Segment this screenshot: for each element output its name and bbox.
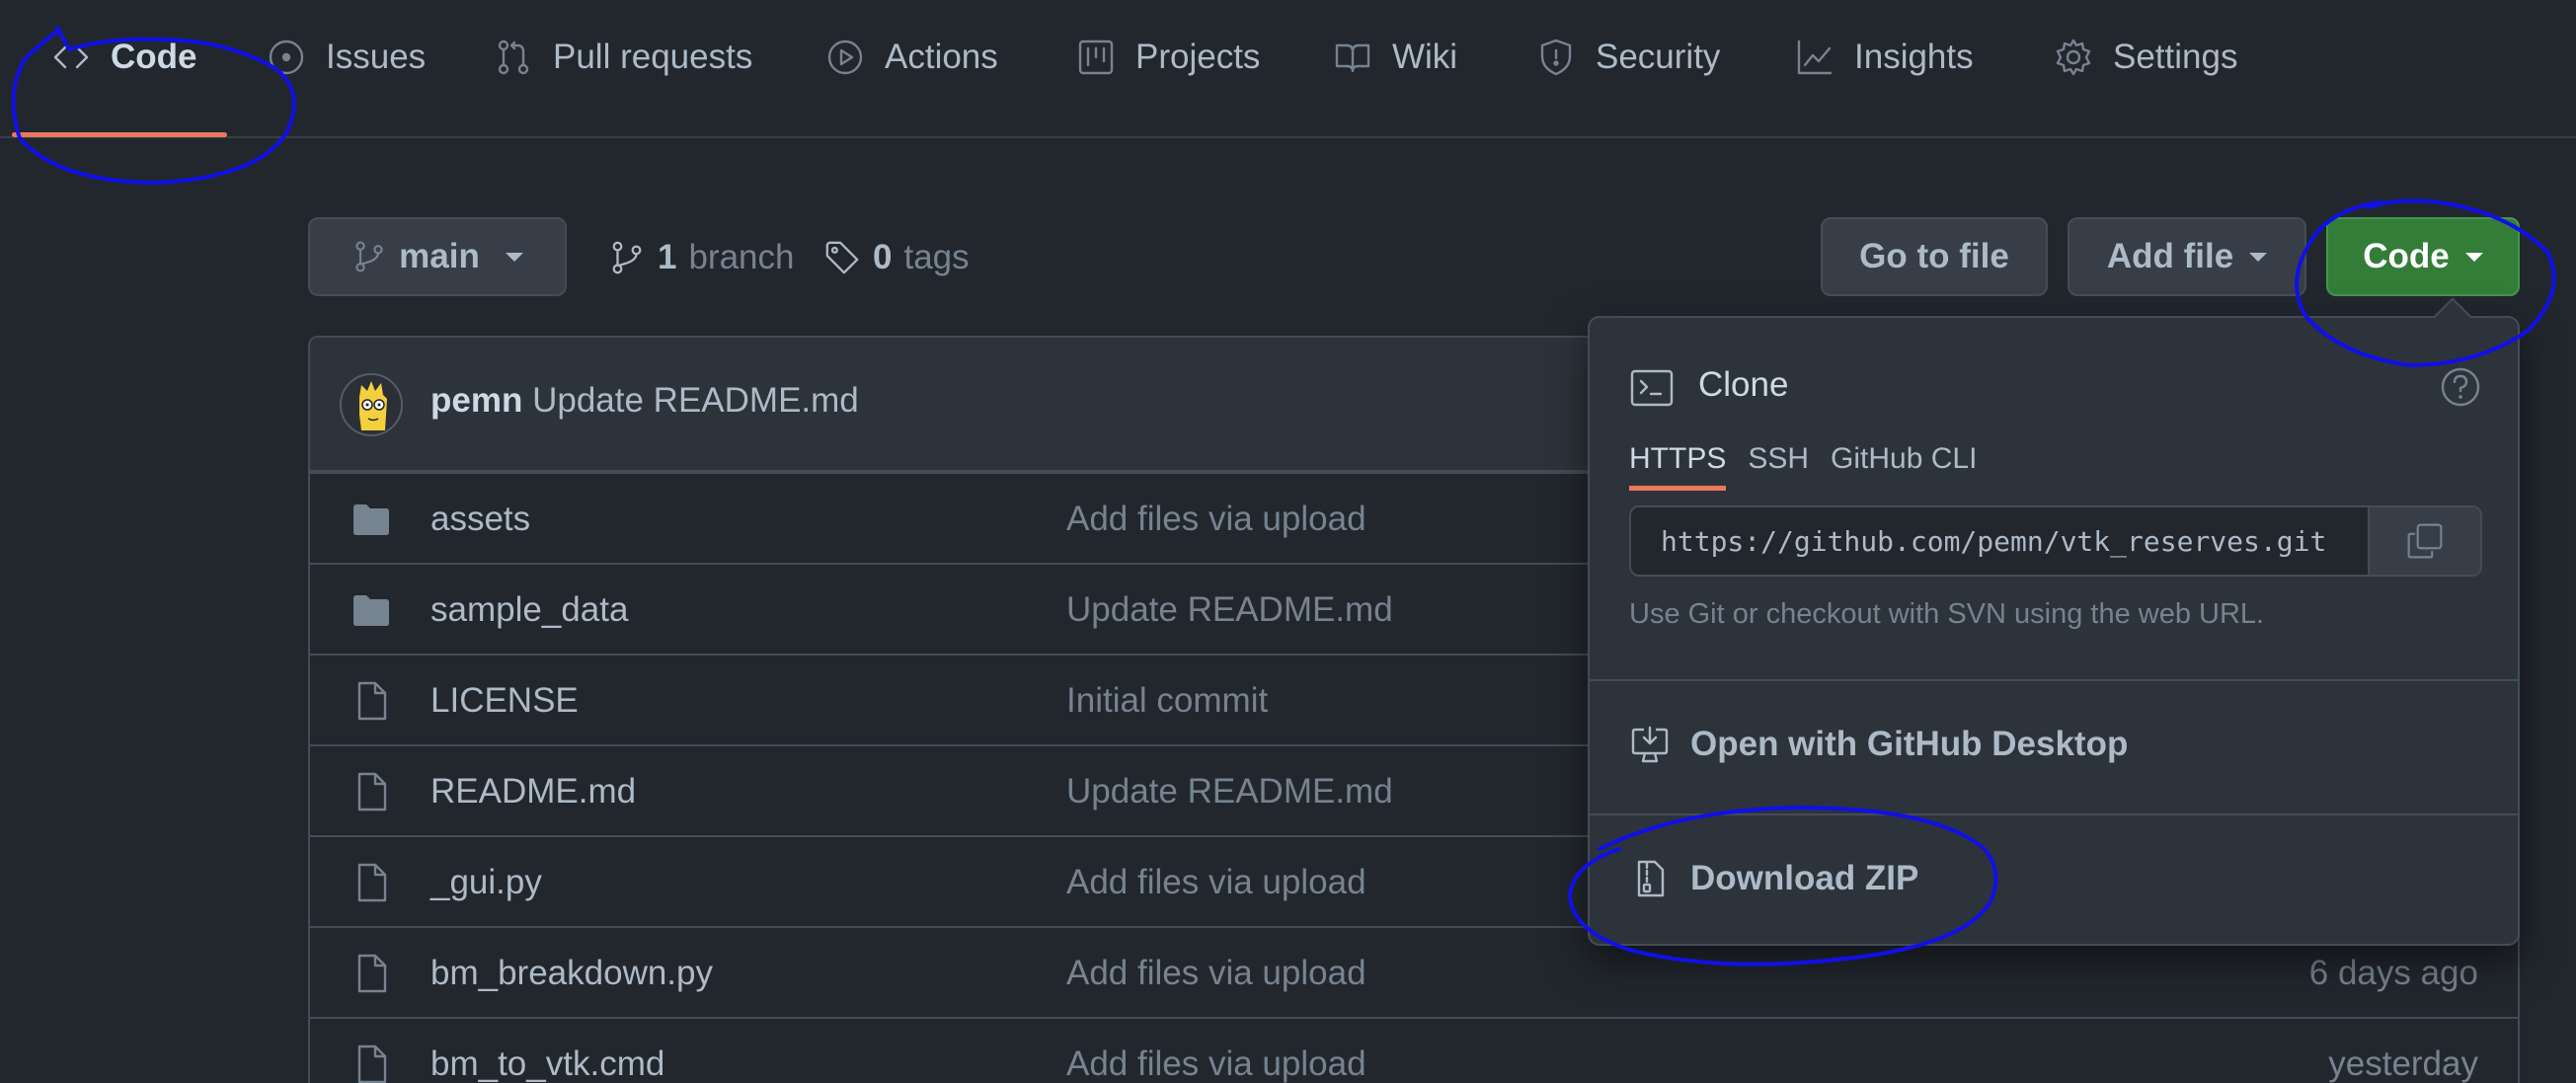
tab-code-label: Code bbox=[111, 38, 197, 76]
tab-github-cli[interactable]: GitHub CLI bbox=[1831, 442, 1977, 491]
file-name[interactable]: bm_breakdown.py bbox=[430, 954, 713, 993]
git-branch-icon bbox=[612, 241, 642, 274]
selected-tab-underline bbox=[12, 132, 227, 137]
tab-code[interactable]: Code bbox=[51, 38, 197, 120]
project-icon bbox=[1078, 39, 1114, 75]
graph-icon bbox=[1797, 39, 1833, 75]
folder-icon bbox=[350, 588, 393, 632]
file-commit-message[interactable]: Add files via upload bbox=[1066, 863, 1366, 902]
tab-actions-label: Actions bbox=[885, 38, 998, 76]
tags-label: tags bbox=[903, 238, 970, 276]
commit-summary: pemn Update README.md bbox=[430, 381, 859, 421]
file-icon bbox=[350, 679, 393, 723]
file-commit-message[interactable]: Add files via upload bbox=[1066, 500, 1366, 539]
file-zip-icon bbox=[1637, 860, 1665, 897]
gear-icon bbox=[2056, 39, 2091, 76]
tab-settings-label: Settings bbox=[2113, 38, 2238, 76]
tab-wiki-label: Wiki bbox=[1392, 38, 1458, 76]
shield-icon bbox=[1540, 39, 1572, 76]
copy-icon bbox=[2407, 523, 2443, 559]
divider bbox=[1590, 813, 2518, 815]
tab-projects[interactable]: Projects bbox=[1076, 38, 1260, 120]
open-with-desktop-button[interactable]: Open with GitHub Desktop bbox=[1629, 715, 2128, 774]
file-commit-message[interactable]: Add files via upload bbox=[1066, 1044, 1366, 1083]
file-name[interactable]: README.md bbox=[430, 772, 636, 812]
tab-settings[interactable]: Settings bbox=[2054, 38, 2237, 120]
tag-icon bbox=[825, 241, 859, 274]
clone-dropdown: Clone HTTPS SSH GitHub CLI Use Git or ch… bbox=[1588, 316, 2520, 946]
tab-ssh[interactable]: SSH bbox=[1748, 442, 1809, 491]
go-to-file-button[interactable]: Go to file bbox=[1821, 217, 2048, 296]
avatar[interactable] bbox=[340, 373, 403, 436]
file-commit-message[interactable]: Initial commit bbox=[1066, 681, 1268, 721]
tab-https[interactable]: HTTPS bbox=[1629, 442, 1727, 491]
add-file-label: Add file bbox=[2106, 237, 2234, 275]
book-icon bbox=[1335, 43, 1370, 73]
file-commit-message[interactable]: Update README.md bbox=[1066, 590, 1393, 630]
tab-security-label: Security bbox=[1596, 38, 1721, 76]
open-with-desktop-label: Open with GitHub Desktop bbox=[1690, 725, 2129, 763]
commit-message[interactable]: Update README.md bbox=[532, 381, 859, 420]
file-name[interactable]: LICENSE bbox=[430, 681, 579, 721]
download-zip-button[interactable]: Download ZIP bbox=[1629, 849, 1918, 908]
file-icon bbox=[350, 952, 393, 995]
question-icon[interactable] bbox=[2439, 365, 2482, 409]
divider bbox=[1590, 679, 2518, 681]
add-file-button[interactable]: Add file bbox=[2068, 217, 2306, 296]
issue-opened-icon bbox=[269, 39, 304, 75]
chevron-down-icon bbox=[2464, 252, 2483, 262]
file-icon bbox=[350, 770, 393, 813]
tab-insights-label: Insights bbox=[1854, 38, 1974, 76]
file-name[interactable]: sample_data bbox=[430, 590, 628, 630]
file-commit-message[interactable]: Add files via upload bbox=[1066, 954, 1366, 993]
folder-icon bbox=[350, 498, 393, 541]
code-icon bbox=[53, 45, 89, 69]
terminal-icon bbox=[1629, 365, 1675, 411]
copy-button[interactable] bbox=[2368, 507, 2480, 575]
file-icon bbox=[350, 1043, 393, 1083]
desktop-download-icon bbox=[1631, 726, 1669, 763]
branch-select-button[interactable]: main bbox=[308, 217, 567, 296]
tab-pull-requests-label: Pull requests bbox=[553, 38, 753, 76]
code-dropdown-button[interactable]: Code bbox=[2326, 217, 2520, 296]
tab-pull-requests[interactable]: Pull requests bbox=[494, 38, 752, 120]
avatar-image bbox=[342, 375, 401, 434]
branches-count: 1 bbox=[658, 238, 677, 276]
tags-count: 0 bbox=[873, 238, 893, 276]
go-to-file-label: Go to file bbox=[1859, 237, 2009, 275]
file-name[interactable]: bm_to_vtk.cmd bbox=[430, 1044, 664, 1083]
play-icon bbox=[827, 39, 863, 75]
branch-select-label: main bbox=[399, 237, 480, 275]
git-pull-request-icon bbox=[498, 39, 529, 75]
file-commit-message[interactable]: Update README.md bbox=[1066, 772, 1393, 812]
file-name[interactable]: _gui.py bbox=[430, 863, 542, 902]
tab-issues[interactable]: Issues bbox=[267, 38, 426, 120]
tab-issues-label: Issues bbox=[326, 38, 427, 76]
branches-link[interactable]: 1 branch bbox=[608, 233, 795, 282]
commit-author[interactable]: pemn bbox=[430, 381, 522, 420]
branches-label: branch bbox=[688, 238, 795, 276]
tab-wiki[interactable]: Wiki bbox=[1333, 38, 1457, 120]
file-commit-age: 6 days ago bbox=[2308, 954, 2478, 992]
clone-protocol-tabs: HTTPS SSH GitHub CLI bbox=[1629, 442, 1977, 491]
clone-help-text: Use Git or checkout with SVN using the w… bbox=[1629, 598, 2265, 630]
file-commit-age: yesterday bbox=[2328, 1044, 2478, 1083]
chevron-down-icon bbox=[505, 252, 523, 262]
tab-projects-label: Projects bbox=[1135, 38, 1261, 76]
tab-actions[interactable]: Actions bbox=[825, 38, 998, 120]
repo-nav: Code Issues Pull requests Actions Projec… bbox=[0, 0, 2576, 138]
clone-url-input[interactable] bbox=[1631, 507, 2368, 575]
tags-link[interactable]: 0 tags bbox=[823, 233, 970, 282]
tab-security[interactable]: Security bbox=[1536, 38, 1720, 120]
tab-insights[interactable]: Insights bbox=[1795, 38, 1974, 120]
clone-title: Clone bbox=[1698, 365, 1789, 404]
git-branch-icon bbox=[355, 241, 383, 272]
clone-url-group bbox=[1629, 505, 2482, 577]
file-name[interactable]: assets bbox=[430, 500, 530, 539]
code-button-label: Code bbox=[2363, 237, 2450, 275]
download-zip-label: Download ZIP bbox=[1690, 859, 1919, 897]
chevron-down-icon bbox=[2249, 252, 2268, 262]
file-row[interactable]: bm_to_vtk.cmd Add files via upload yeste… bbox=[310, 1017, 2518, 1083]
file-icon bbox=[350, 861, 393, 904]
